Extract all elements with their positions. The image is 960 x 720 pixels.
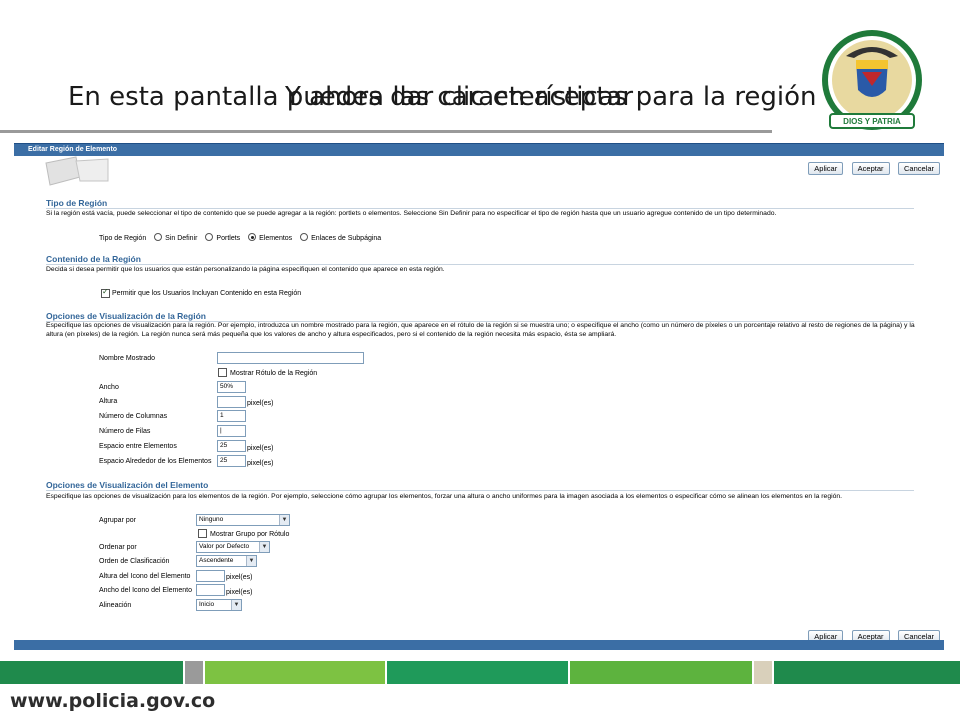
strip-segment <box>185 661 203 684</box>
around-spacing-label: Espacio Alrededor de los Elementos <box>99 458 212 465</box>
window-title-bar: Editar Región de Elemento <box>14 143 944 156</box>
show-group-label-text: Mostrar Grupo por Rótulo <box>210 531 290 538</box>
radio-enlaces-subpagina[interactable] <box>300 233 309 241</box>
sort-order-label: Orden de Clasificación <box>99 558 170 565</box>
sort-by-label: Ordenar por <box>99 544 137 551</box>
window-bottom-bar <box>14 640 944 650</box>
chevron-down-icon: ▼ <box>246 556 256 566</box>
columns-input[interactable]: 1 <box>217 410 246 422</box>
rows-label: Número de Filas <box>99 428 151 435</box>
footer-color-strip <box>0 661 960 684</box>
portal-edit-region-window: Editar Región de Elemento Aplicar Acepta… <box>14 143 944 658</box>
icon-width-unit: pixel(es) <box>226 589 253 596</box>
group-by-select[interactable]: Ninguno ▼ <box>196 514 290 526</box>
show-region-label-text: Mostrar Rótulo de la Región <box>230 370 318 377</box>
height-unit: pixel(es) <box>247 400 274 407</box>
policia-badge-logo: DIOS Y PATRIA <box>822 30 922 130</box>
columns-label: Número de Columnas <box>99 413 168 420</box>
around-spacing-input[interactable]: 25 <box>217 455 246 467</box>
item-display-description: Especifique las opciones de visualizació… <box>46 493 843 500</box>
group-by-value: Ninguno <box>199 516 224 523</box>
radio-label: Portlets <box>216 235 241 242</box>
strip-segment <box>774 661 960 684</box>
rows-input[interactable]: | <box>217 425 246 437</box>
chevron-down-icon: ▼ <box>279 515 289 525</box>
allow-user-content-label: Permitir que los Usuarios Incluyan Conte… <box>112 290 302 297</box>
sort-order-select[interactable]: Ascendente ▼ <box>196 555 257 567</box>
strip-segment <box>205 661 385 684</box>
sort-by-value: Valor por Defecto <box>199 543 250 550</box>
apply-button-top[interactable]: Aplicar <box>808 162 844 175</box>
icon-height-unit: pixel(es) <box>226 574 253 581</box>
chevron-down-icon: ▼ <box>259 542 269 552</box>
radio-label: Sin Definir <box>165 235 198 242</box>
allow-user-content-checkbox[interactable] <box>101 287 110 298</box>
region-content-description: Decida si desea permitir que los usuario… <box>46 266 445 273</box>
strip-segment <box>0 661 183 684</box>
height-input[interactable] <box>217 396 246 408</box>
alignment-label: Alineación <box>99 602 132 609</box>
badge-motto: DIOS Y PATRIA <box>843 117 901 126</box>
window-title: Editar Región de Elemento <box>28 146 118 153</box>
header-decoration-icon <box>45 156 109 186</box>
group-by-label: Agrupar por <box>99 517 136 524</box>
icon-height-input[interactable] <box>196 570 225 582</box>
region-type-label: Tipo de Región <box>99 235 147 242</box>
cancel-button-top[interactable]: Cancelar <box>897 162 940 175</box>
around-spacing-unit: pixel(es) <box>247 460 274 467</box>
show-group-label-checkbox[interactable] <box>198 529 207 538</box>
radio-label: Enlaces de Subpágina <box>311 235 382 242</box>
region-type-description: Si la región está vacía, puede seleccion… <box>46 210 777 217</box>
alignment-select[interactable]: Inicio ▼ <box>196 599 242 611</box>
sort-by-select[interactable]: Valor por Defecto ▼ <box>196 541 270 553</box>
strip-segment <box>570 661 752 684</box>
radio-label: Elementos <box>259 235 293 242</box>
section-divider <box>46 490 914 491</box>
region-content-heading: Contenido de la Región <box>46 254 141 264</box>
display-name-input[interactable] <box>217 352 364 364</box>
item-spacing-unit: pixel(es) <box>247 445 274 452</box>
show-region-label-checkbox[interactable] <box>218 368 227 377</box>
radio-elementos[interactable] <box>248 233 257 241</box>
region-display-description: Especifique las opciones de visualizació… <box>46 322 915 338</box>
height-label: Altura <box>99 398 118 405</box>
strip-segment <box>754 661 772 684</box>
region-type-heading: Tipo de Región <box>46 198 108 208</box>
alignment-value: Inicio <box>199 601 215 608</box>
region-type-row: Tipo de Región Sin Definir Portlets Elem… <box>99 233 381 243</box>
width-input[interactable]: 50% <box>217 381 246 393</box>
display-name-label: Nombre Mostrado <box>99 355 156 362</box>
icon-width-label: Ancho del Icono del Elemento <box>99 587 193 594</box>
accept-button-top[interactable]: Aceptar <box>851 162 890 175</box>
width-label: Ancho <box>99 384 119 391</box>
radio-sin-definir[interactable] <box>154 233 163 241</box>
slide-title-line-2: Y ahora las características para la regi… <box>285 82 817 112</box>
icon-width-input[interactable] <box>196 584 225 596</box>
item-spacing-label: Espacio entre Elementos <box>99 443 177 450</box>
region-display-heading: Opciones de Visualización de la Región <box>46 311 206 321</box>
chevron-down-icon: ▼ <box>231 600 241 610</box>
title-divider <box>0 130 772 133</box>
sort-order-value: Ascendente <box>199 557 234 564</box>
item-display-heading: Opciones de Visualización del Elemento <box>46 480 209 490</box>
top-button-row: Aplicar Aceptar Cancelar <box>804 158 940 176</box>
footer-url: www.policia.gov.co <box>10 690 216 712</box>
strip-segment <box>387 661 568 684</box>
icon-height-label: Altura del Icono del Elemento <box>99 573 191 580</box>
radio-portlets[interactable] <box>205 233 214 241</box>
item-spacing-input[interactable]: 25 <box>217 440 246 452</box>
